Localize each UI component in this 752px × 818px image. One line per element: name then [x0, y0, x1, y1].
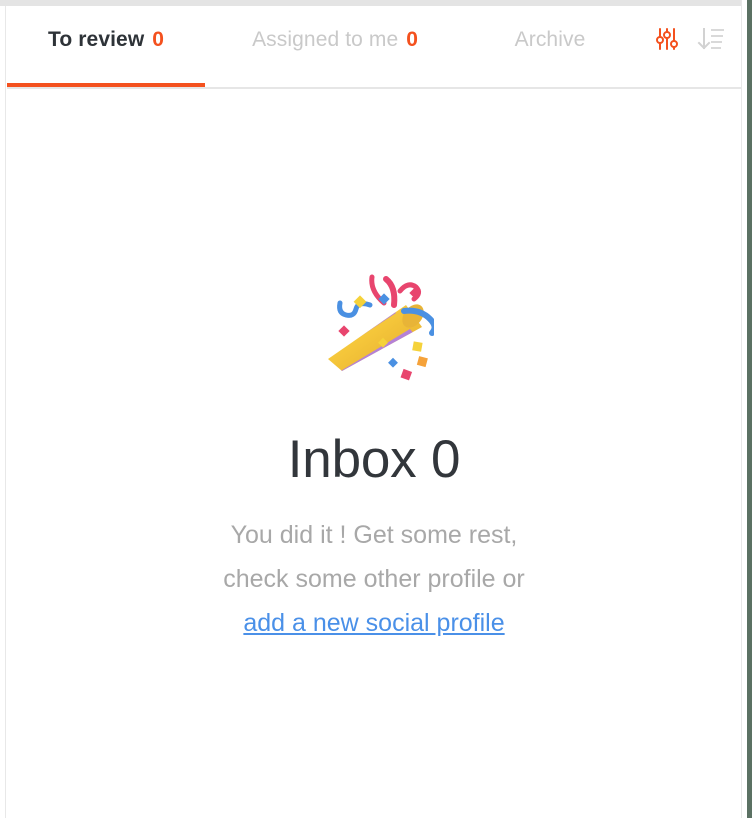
tab-to-review[interactable]: To review 0 [7, 6, 205, 87]
inbox-content: Inbox 0 You did it ! Get some rest, chec… [7, 89, 741, 818]
add-social-profile-link[interactable]: add a new social profile [243, 609, 504, 637]
tab-list: To review 0 Assigned to me 0 Archive [7, 6, 635, 87]
filter-button[interactable] [645, 19, 689, 63]
empty-state-title: Inbox 0 [287, 430, 461, 489]
empty-state-line-2: check some other profile or [223, 565, 525, 593]
inbox-panel: To review 0 Assigned to me 0 Archive Inb… [0, 0, 752, 818]
window-right-edge [747, 0, 752, 818]
tab-assigned-to-me[interactable]: Assigned to me 0 [205, 6, 465, 87]
sort-descending-icon [696, 24, 726, 57]
party-popper-emoji [314, 267, 434, 387]
tab-active-indicator [7, 83, 205, 87]
tab-to-review-label: To review [48, 27, 145, 51]
tab-assigned-to-me-label: Assigned to me [252, 27, 399, 51]
tab-archive[interactable]: Archive [465, 6, 635, 87]
tab-assigned-to-me-count: 0 [406, 27, 418, 51]
empty-state-line-1: You did it ! Get some rest, [230, 521, 518, 549]
tab-to-review-count: 0 [152, 27, 164, 51]
empty-state-description: You did it ! Get some rest, check some o… [223, 513, 525, 645]
tab-bar-actions [645, 6, 733, 87]
empty-state-line-3: add a new social profile [223, 601, 525, 645]
tab-bar: To review 0 Assigned to me 0 Archive [7, 6, 741, 89]
filter-sliders-icon [652, 24, 682, 57]
window-left-edge [0, 6, 6, 818]
empty-state: Inbox 0 You did it ! Get some rest, chec… [7, 267, 741, 645]
sort-button[interactable] [689, 19, 733, 63]
tab-archive-label: Archive [514, 27, 586, 51]
